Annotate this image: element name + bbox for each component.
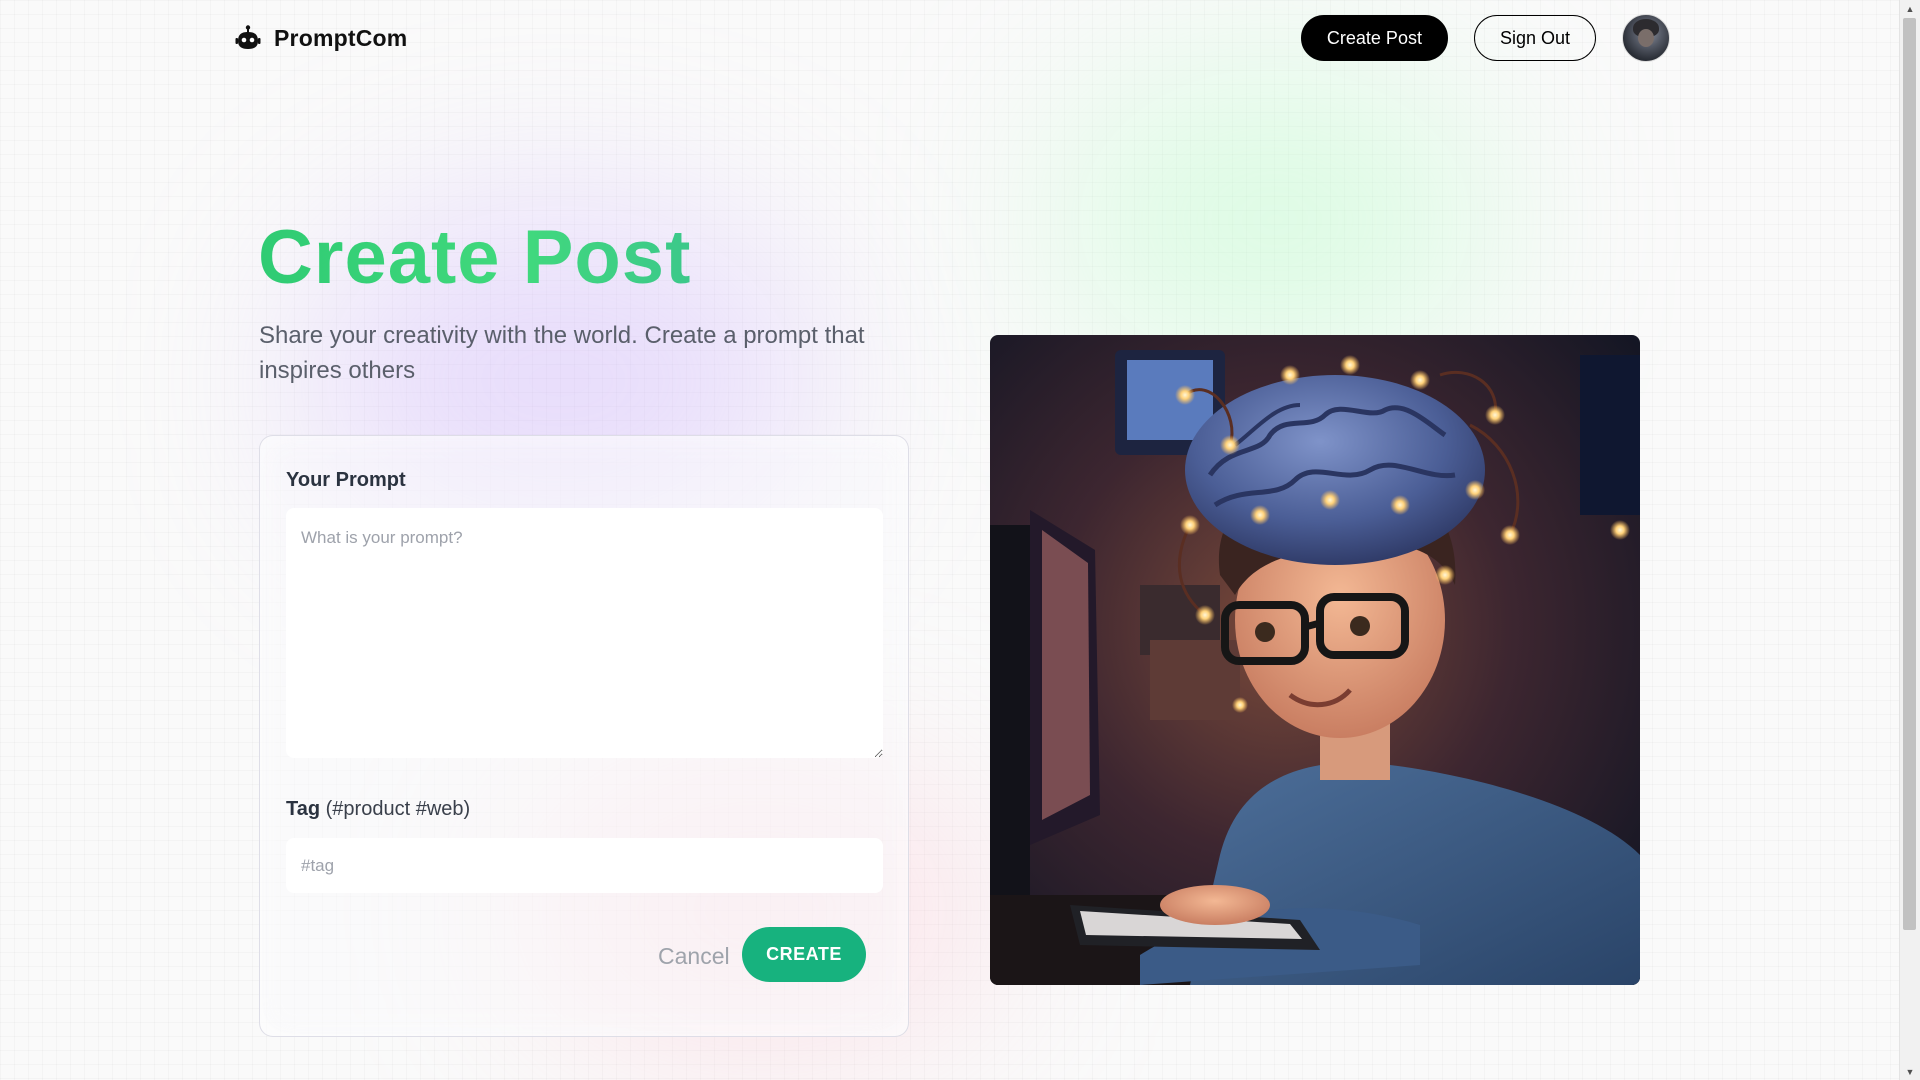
avatar[interactable] xyxy=(1622,14,1670,62)
tag-label: Tag (#product #web) xyxy=(286,798,470,821)
navbar: PromptCom Create Post Sign Out xyxy=(234,14,1670,62)
page-scrollbar[interactable]: ▲ ▼ xyxy=(1899,0,1920,1080)
scroll-up-arrow-icon[interactable]: ▲ xyxy=(1900,0,1920,17)
cancel-button[interactable]: Cancel xyxy=(658,943,730,970)
app-root: PromptCom Create Post Sign Out Create Po… xyxy=(0,0,1920,1080)
tag-input[interactable] xyxy=(286,838,883,893)
page-title: Create Post xyxy=(258,215,692,300)
create-button[interactable]: CREATE xyxy=(742,927,866,982)
avatar-face xyxy=(1638,29,1654,47)
nav-actions: Create Post Sign Out xyxy=(1300,14,1670,62)
create-post-form: Your Prompt Tag (#product #web) Cancel C… xyxy=(259,435,909,1037)
page-subtitle: Share your creativity with the world. Cr… xyxy=(259,322,865,384)
scroll-thumb[interactable] xyxy=(1903,18,1916,930)
brand-name: PromptCom xyxy=(274,24,408,51)
scroll-down-arrow-icon[interactable]: ▼ xyxy=(1900,1063,1920,1080)
create-post-button[interactable]: Create Post xyxy=(1300,15,1448,61)
prompt-textarea[interactable] xyxy=(286,508,883,758)
tag-label-hint: (#product #web) xyxy=(325,798,471,820)
sign-out-button[interactable]: Sign Out xyxy=(1473,15,1596,61)
brand[interactable]: PromptCom xyxy=(234,24,407,52)
hero-illustration xyxy=(990,335,1640,985)
robot-icon xyxy=(234,24,262,52)
prompt-label: Your Prompt xyxy=(286,469,406,491)
tag-label-text: Tag xyxy=(286,798,321,820)
illustration-artwork xyxy=(990,335,1640,985)
